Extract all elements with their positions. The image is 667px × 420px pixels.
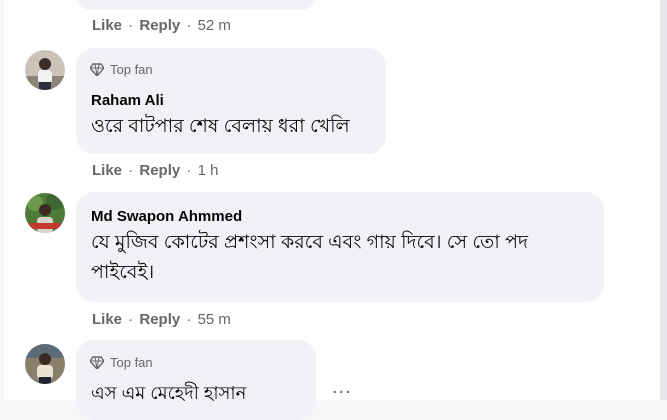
comment-actions: Like · Reply · 52 m bbox=[92, 17, 231, 34]
reply-button[interactable]: Reply bbox=[139, 17, 180, 34]
top-fan-badge: Top fan bbox=[90, 355, 153, 370]
reply-button[interactable]: Reply bbox=[139, 162, 180, 179]
comment-time[interactable]: 55 m bbox=[198, 311, 231, 328]
like-button[interactable]: Like bbox=[92, 162, 122, 179]
scroll-edge bbox=[660, 0, 667, 400]
comment-text-line: যে মুজিব কোটের প্রশংসা করবে এবং গায় দিব… bbox=[91, 232, 528, 253]
avatar[interactable] bbox=[25, 50, 65, 90]
comment-author[interactable]: Raham Ali bbox=[91, 92, 164, 109]
comment-text: ওরে বাটপার শেষ বেলায় ধরা খেলি bbox=[91, 116, 350, 137]
diamond-icon bbox=[90, 63, 104, 76]
comment-actions: Like · Reply · 55 m bbox=[92, 311, 231, 328]
avatar[interactable] bbox=[25, 193, 65, 233]
like-button[interactable]: Like bbox=[92, 311, 122, 328]
comment-author[interactable]: এস এম মেহেদী হাসান bbox=[91, 380, 246, 406]
top-fan-badge: Top fan bbox=[90, 62, 153, 77]
comment-bubble bbox=[76, 0, 316, 10]
comment-author[interactable]: Md Swapon Ahmmed bbox=[91, 208, 242, 225]
more-options-icon[interactable]: ... bbox=[332, 376, 352, 399]
like-button[interactable]: Like bbox=[92, 17, 122, 34]
comment-time[interactable]: 1 h bbox=[198, 162, 219, 179]
comment-actions: Like · Reply · 1 h bbox=[92, 162, 219, 179]
comment-time[interactable]: 52 m bbox=[198, 17, 231, 34]
comment-text-line: পাইবেই। bbox=[91, 262, 155, 283]
diamond-icon bbox=[90, 356, 104, 369]
avatar[interactable] bbox=[25, 344, 65, 384]
reply-button[interactable]: Reply bbox=[139, 311, 180, 328]
